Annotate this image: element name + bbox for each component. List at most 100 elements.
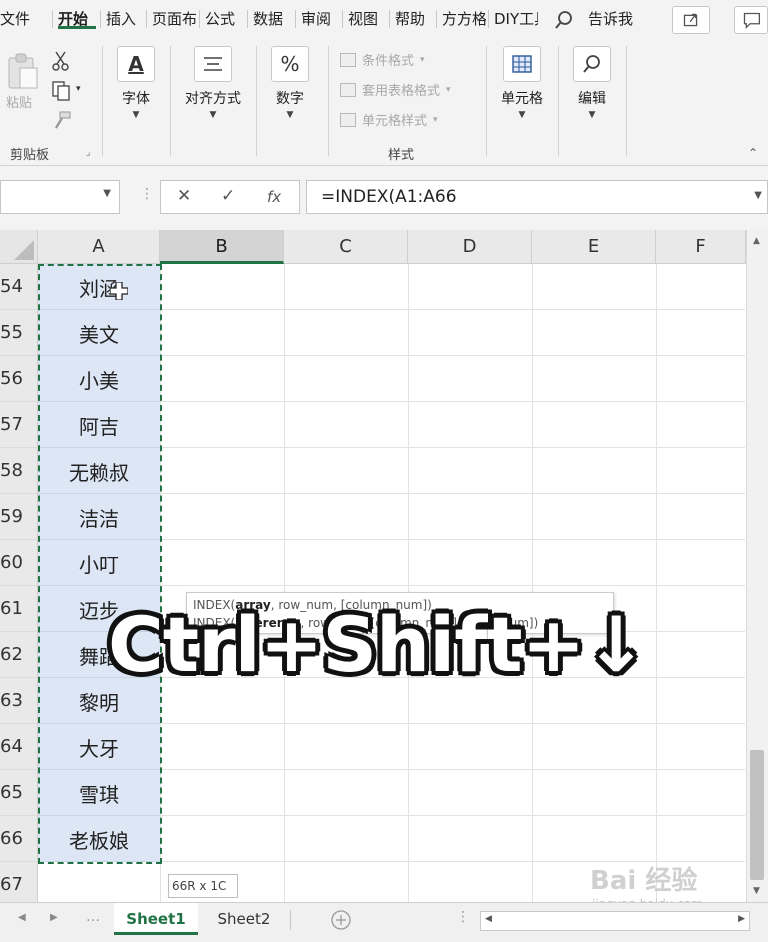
row-header[interactable]: 59	[0, 494, 38, 540]
ribbon-tab[interactable]: 帮助	[395, 8, 431, 29]
cells-button[interactable]: 单元格 ▼	[490, 46, 554, 120]
search-icon[interactable]	[554, 10, 574, 30]
tab-separator	[295, 10, 296, 28]
scroll-up-icon[interactable]: ▲	[753, 236, 760, 246]
column-header-a[interactable]: A	[38, 230, 160, 264]
group-separator	[486, 46, 487, 156]
copy-dropdown-icon[interactable]: ▾	[76, 84, 81, 94]
more-sheets-icon[interactable]: …	[86, 909, 100, 925]
more-icon: ⋮	[140, 186, 154, 202]
row-header[interactable]: 64	[0, 724, 38, 770]
paste-icon[interactable]	[6, 52, 40, 90]
tab-separator	[488, 10, 489, 28]
cell-style-icon	[340, 112, 356, 127]
percent-icon: %	[271, 46, 309, 82]
scroll-down-icon[interactable]: ▼	[753, 886, 760, 896]
ribbon-tab[interactable]: 开始	[58, 8, 96, 29]
ribbon-tab[interactable]: 数据	[253, 8, 289, 29]
row-header[interactable]: 54	[0, 264, 38, 310]
font-button[interactable]: A 字体 ▼	[104, 46, 168, 120]
alignment-button[interactable]: 对齐方式 ▼	[180, 46, 246, 120]
row-header[interactable]: 60	[0, 540, 38, 586]
ribbon-tab[interactable]: 审阅	[301, 8, 337, 29]
ribbon-tab[interactable]: 公式	[205, 8, 241, 29]
row-header[interactable]: 58	[0, 448, 38, 494]
comment-icon	[743, 12, 761, 29]
copy-icon[interactable]	[50, 80, 72, 102]
chevron-down-icon: ▼	[518, 110, 526, 120]
sheet-tab-sheet1[interactable]: Sheet1	[114, 903, 198, 935]
styles-group-label: 样式	[388, 148, 415, 163]
column-header-b[interactable]: B	[160, 230, 284, 264]
row-header[interactable]: 56	[0, 356, 38, 402]
cut-icon[interactable]	[50, 50, 72, 72]
grid-line	[656, 264, 657, 902]
ribbon-tab[interactable]: DIY工具箱	[494, 8, 538, 29]
select-all-button[interactable]	[0, 230, 38, 264]
insert-function-icon[interactable]: fx	[267, 188, 281, 206]
row-header[interactable]: 63	[0, 678, 38, 724]
row-header[interactable]: 57	[0, 402, 38, 448]
comments-button[interactable]	[734, 6, 768, 34]
cell-cursor-icon	[110, 282, 128, 300]
horizontal-scrollbar[interactable]: ◀ ▶	[480, 911, 750, 931]
add-sheet-icon[interactable]	[330, 909, 352, 931]
find-icon	[573, 46, 611, 82]
cell-styles-button[interactable]: 单元格样式 ▾	[340, 110, 438, 129]
column-header-d[interactable]: D	[408, 230, 532, 264]
chevron-down-icon: ▼	[588, 110, 596, 120]
row-header[interactable]: 66	[0, 816, 38, 862]
formula-bar: ▼ ⋮ ✕ ✓ fx =INDEX(A1:A66 ▼	[0, 166, 768, 230]
tab-separator	[146, 10, 147, 28]
worksheet-grid[interactable]: ABCDEF 54 刘涵 55 美文 56 小美 57 阿吉 58 无赖叔 59 洁洁 60 小叮 61 迈步…	[0, 230, 768, 908]
ribbon-home: 粘贴 ▾ 剪贴板 ⌟ A 字体 ▼ 对齐方式 ▼ % 数字 ▼ 条件格式 ▾ 套…	[0, 38, 768, 166]
copy-marquee	[38, 264, 162, 864]
sheet-tab-sheet2[interactable]: Sheet2	[204, 903, 284, 935]
column-header-c[interactable]: C	[284, 230, 408, 264]
share-button[interactable]	[672, 6, 710, 34]
dialog-launcher-icon[interactable]: ⌟	[86, 148, 90, 158]
row-header[interactable]: 65	[0, 770, 38, 816]
tab-separator	[436, 10, 437, 28]
chevron-down-icon[interactable]: ▼	[103, 188, 111, 199]
tell-me-box[interactable]: 告诉我	[588, 8, 633, 29]
more-icon: ⋮	[456, 909, 470, 925]
confirm-icon[interactable]: ✓	[221, 186, 235, 206]
scroll-thumb[interactable]	[750, 750, 764, 880]
ribbon-tab[interactable]: 方方格子	[442, 8, 486, 29]
paste-button-label[interactable]: 粘贴	[6, 92, 32, 111]
group-separator	[102, 46, 103, 156]
editing-button[interactable]: 编辑 ▼	[560, 46, 624, 120]
collapse-ribbon-icon[interactable]: ⌃	[748, 146, 758, 160]
conditional-format-icon	[340, 52, 356, 67]
scroll-left-icon[interactable]: ◀	[485, 914, 492, 924]
conditional-formatting-button[interactable]: 条件格式 ▾	[340, 50, 425, 69]
column-header-f[interactable]: F	[656, 230, 746, 264]
format-as-table-button[interactable]: 套用表格格式 ▾	[340, 80, 451, 99]
tab-separator	[342, 10, 343, 28]
name-box[interactable]: ▼	[0, 180, 120, 214]
ribbon-tab[interactable]: 视图	[348, 8, 384, 29]
row-header[interactable]: 61	[0, 586, 38, 632]
expand-formula-icon[interactable]: ▼	[754, 190, 762, 201]
ribbon-tab[interactable]: 文件	[0, 8, 40, 29]
tab-separator	[389, 10, 390, 28]
grid-line	[284, 264, 285, 902]
formula-input[interactable]: =INDEX(A1:A66	[306, 180, 768, 214]
grid-line	[408, 264, 409, 902]
next-sheet-icon[interactable]: ▶	[50, 912, 58, 923]
number-format-button[interactable]: % 数字 ▼	[258, 46, 322, 120]
group-separator	[256, 46, 257, 156]
row-header[interactable]: 55	[0, 310, 38, 356]
ribbon-tab[interactable]: 插入	[106, 8, 142, 29]
ribbon-tab[interactable]: 页面布局	[152, 8, 196, 29]
tab-separator	[100, 10, 101, 28]
format-painter-icon[interactable]	[52, 110, 72, 130]
cancel-icon[interactable]: ✕	[177, 186, 191, 206]
prev-sheet-icon[interactable]: ◀	[18, 912, 26, 923]
column-header-e[interactable]: E	[532, 230, 656, 264]
chevron-down-icon: ▼	[286, 110, 294, 120]
vertical-scrollbar[interactable]: ▲ ▼	[746, 230, 768, 902]
row-header[interactable]: 62	[0, 632, 38, 678]
scroll-right-icon[interactable]: ▶	[738, 914, 745, 924]
